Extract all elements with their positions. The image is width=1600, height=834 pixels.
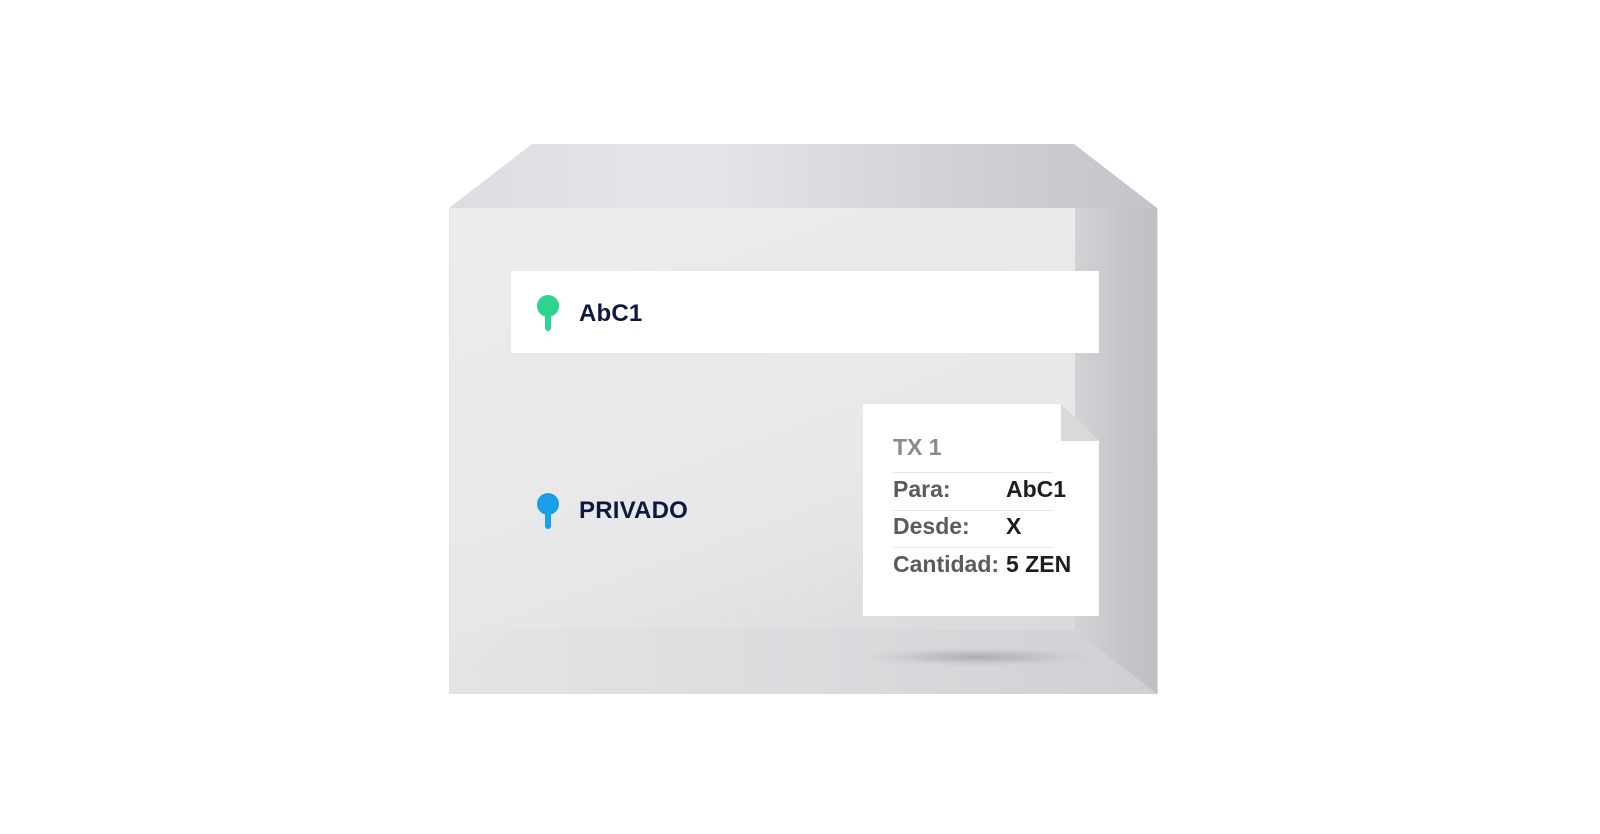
transaction-row-key: Para: xyxy=(893,476,951,502)
box-top xyxy=(449,144,1157,208)
note-shadow xyxy=(868,648,1088,666)
transaction-row: Desde: X xyxy=(893,509,1053,548)
recipient-label: AbC1 xyxy=(579,300,643,327)
private-label: PRIVADO xyxy=(579,497,688,524)
blue-pin-icon xyxy=(537,493,559,529)
transaction-row-key: Desde: xyxy=(893,513,970,539)
transaction-row-value: AbC1 xyxy=(1006,476,1067,502)
note-title-divider xyxy=(893,436,1053,473)
transaction-row-value: X xyxy=(1006,513,1022,539)
green-pin-icon xyxy=(537,295,559,331)
transaction-row: Cantidad: 5 ZEN xyxy=(893,547,1071,585)
transaction-row: Para: AbC1 xyxy=(893,472,1066,511)
diagram: AbC1 PRIVADO TX 1 Para: AbC1 Desde: X Ca… xyxy=(0,0,1600,834)
transaction-row-key: Cantidad: xyxy=(893,551,1000,577)
transaction-row-value: 5 ZEN xyxy=(1006,551,1072,577)
